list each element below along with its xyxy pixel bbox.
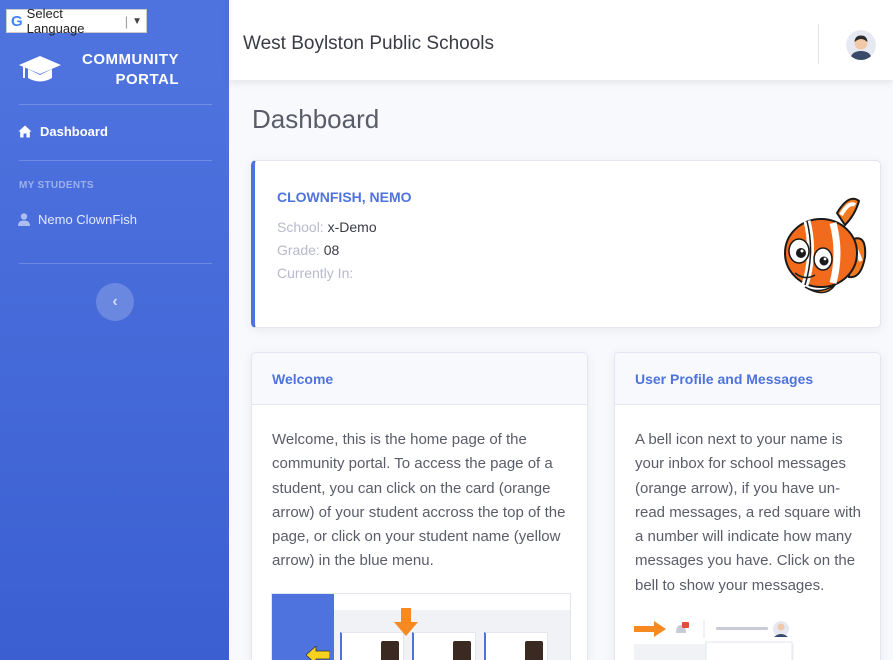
sidebar-divider (19, 263, 212, 264)
sidebar-item-label: Nemo ClownFish (38, 212, 137, 227)
user-icon (18, 213, 30, 226)
brand[interactable]: COMMUNITY PORTAL (18, 45, 218, 95)
yellow-arrow-left-icon (306, 646, 330, 660)
mini-student-card (484, 632, 548, 660)
profile-card-body: A bell icon next to your name is your in… (635, 431, 861, 594)
profile-tutorial-image (634, 620, 794, 660)
orange-arrow-down-icon (394, 608, 418, 636)
user-avatar-icon[interactable] (846, 30, 876, 60)
welcome-card-title: Welcome (252, 353, 587, 405)
brand-line-1: COMMUNITY (82, 51, 179, 68)
sidebar: COMMUNITY PORTAL Dashboard MY STUDENTS N… (0, 0, 229, 660)
language-select-separator: | (124, 13, 129, 29)
google-g-icon: G (11, 12, 23, 30)
chevron-down-icon: ▼ (132, 15, 142, 27)
profile-card-title: User Profile and Messages (615, 353, 880, 405)
chevron-left-icon: ‹ (112, 293, 118, 310)
student-grade: Grade: 08 (277, 242, 339, 258)
home-icon (18, 125, 32, 138)
graduation-cap-icon (19, 56, 61, 82)
student-school-value: x-Demo (327, 219, 377, 235)
profile-card: User Profile and Messages A bell icon ne… (614, 352, 881, 660)
topbar: West Boylston Public Schools (229, 0, 893, 80)
mini-topbar (334, 594, 570, 610)
sidebar-item-student[interactable]: Nemo ClownFish (18, 212, 137, 227)
sidebar-item-dashboard[interactable]: Dashboard (18, 124, 108, 139)
student-grade-value: 08 (323, 242, 340, 258)
welcome-card-body: Welcome, this is the home page of the co… (272, 431, 566, 570)
student-name: CLOWNFISH, NEMO (277, 189, 412, 205)
sidebar-item-label: Dashboard (40, 124, 108, 139)
school-name: West Boylston Public Schools (243, 33, 494, 54)
language-select[interactable]: G Select Language | ▼ (6, 6, 147, 36)
mini-student-card (412, 632, 476, 660)
brand-line-2: PORTAL (115, 71, 179, 88)
student-school-label: School: (277, 219, 324, 235)
sidebar-divider (19, 160, 212, 161)
student-location-label: Currently In: (277, 265, 354, 281)
welcome-tutorial-image (271, 593, 571, 660)
page-title: Dashboard (252, 104, 380, 134)
sidebar-divider (19, 104, 212, 105)
brand-name: COMMUNITY PORTAL (82, 50, 179, 90)
topbar-divider (818, 24, 819, 64)
student-photo (784, 197, 867, 294)
student-card[interactable]: CLOWNFISH, NEMO School: x-Demo Grade: 08… (251, 160, 881, 328)
student-location: Currently In: (277, 265, 353, 281)
sidebar-heading-my-students: MY STUDENTS (19, 180, 94, 191)
language-select-label: Select Language (26, 6, 85, 36)
welcome-card: Welcome Welcome, this is the home page o… (251, 352, 588, 660)
student-school: School: x-Demo (277, 219, 377, 235)
student-grade-label: Grade: (277, 242, 320, 258)
sidebar-toggle-button[interactable]: ‹ (96, 283, 134, 321)
